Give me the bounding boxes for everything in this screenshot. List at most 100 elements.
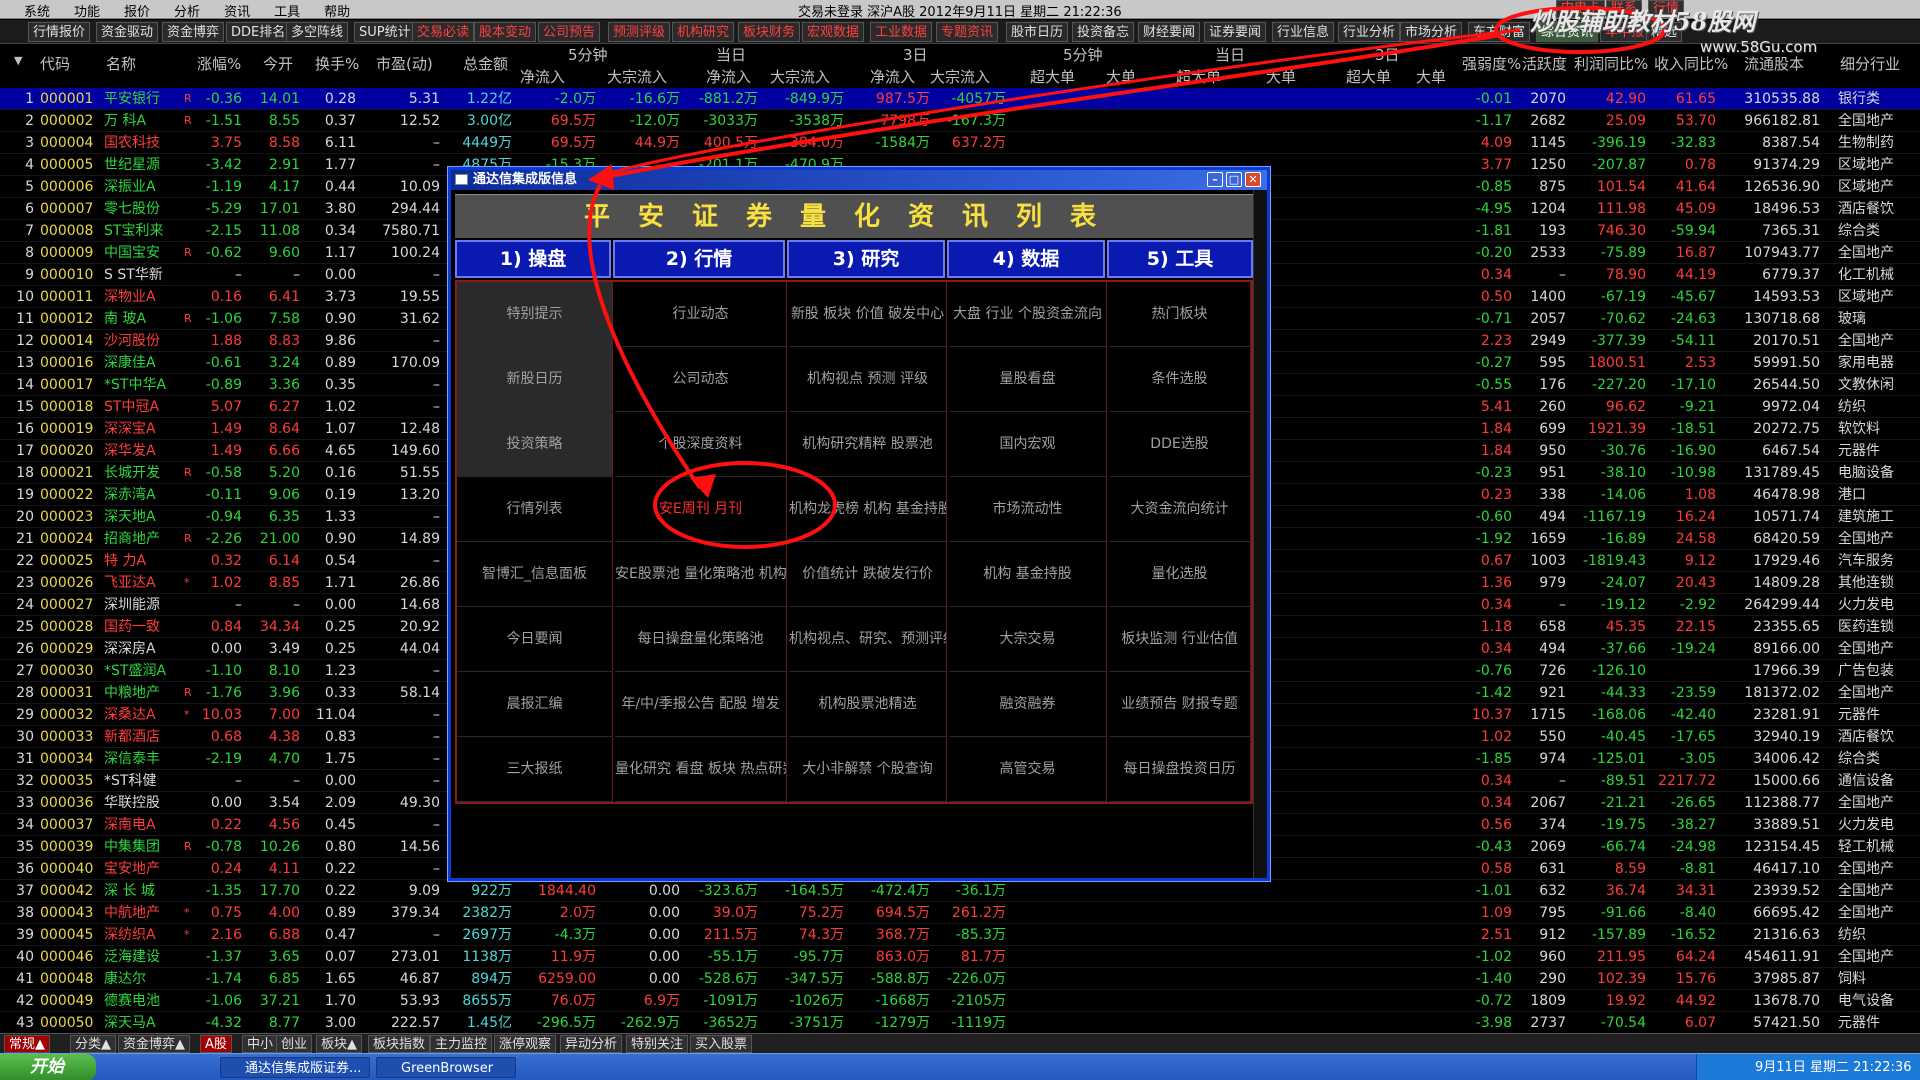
menu-cell[interactable]: 机构视点 预测 评级 xyxy=(789,347,947,412)
minimize-icon[interactable]: – xyxy=(1207,172,1223,187)
column-header[interactable]: 大宗流入 xyxy=(930,66,990,87)
tab-11[interactable]: 机构研究 xyxy=(672,22,735,42)
category-3[interactable]: 3) 研究 xyxy=(787,240,945,278)
tab-2[interactable]: 资金驱动 xyxy=(96,22,159,42)
menu-cell[interactable]: 机构 基金持股 xyxy=(949,542,1107,607)
menu-item[interactable]: 资讯 xyxy=(224,5,250,20)
category-4[interactable]: 4) 数据 xyxy=(947,240,1105,278)
menu-cell[interactable]: 国内宏观 xyxy=(949,412,1107,477)
menu-cell[interactable]: 投资策略 xyxy=(457,412,613,477)
table-row[interactable]: 1 000001 平安银行 R -0.36 14.01 0.28 5.31 1.22亿 -2.0万… xyxy=(0,88,1920,110)
tab-20[interactable]: 行业信息 xyxy=(1272,22,1335,42)
menu-cell[interactable]: 三大报纸 xyxy=(457,737,613,802)
menu-cell[interactable]: 特别提示 xyxy=(457,282,613,347)
maximize-icon[interactable]: □ xyxy=(1226,172,1242,187)
menu-cell[interactable]: 机构视点、研究、预测评级 xyxy=(789,607,947,672)
table-row[interactable]: 43 000050 深天马A -4.32 8.77 3.00 222.57 1.45亿 -296… xyxy=(0,1012,1920,1034)
table-row[interactable]: 3 000004 国农科技 3.75 8.58 6.11 – 4449万 69.5万 44.9万 4… xyxy=(0,132,1920,154)
column-header[interactable]: 总金额 xyxy=(463,53,508,74)
column-header[interactable]: 涨幅% xyxy=(197,53,241,74)
tab-23[interactable]: 东方财富 xyxy=(1468,22,1531,42)
tab-14[interactable]: 工业数据 xyxy=(870,22,933,42)
bottom-tab[interactable]: 分类▲ xyxy=(70,1035,116,1053)
tab-18[interactable]: 财经要闻 xyxy=(1138,22,1201,42)
menu-cell[interactable]: 高管交易 xyxy=(949,737,1107,802)
table-row[interactable]: 40 000046 泛海建设 -1.37 3.65 0.07 273.01 1138万 11.9… xyxy=(0,946,1920,968)
menu-item[interactable]: 分析 xyxy=(174,5,200,20)
menu-cell[interactable]: 安E周刊 月刊 xyxy=(615,477,787,542)
column-header[interactable]: 大单 xyxy=(1266,66,1296,87)
bottom-tab[interactable]: 板块▲ xyxy=(316,1035,362,1053)
tab-1[interactable]: 行情报价 xyxy=(28,22,91,42)
menu-cell[interactable]: 大资金流向统计 xyxy=(1109,477,1251,542)
menu-item[interactable]: 帮助 xyxy=(324,5,350,20)
category-2[interactable]: 2) 行情 xyxy=(613,240,785,278)
table-row[interactable]: 38 000043 中航地产 * 0.75 4.00 0.89 379.34 2382万 2.0万… xyxy=(0,902,1920,924)
bottom-tab[interactable]: 常规▲ xyxy=(4,1035,50,1053)
taskbar-task[interactable]: 通达信集成版证券... xyxy=(220,1057,370,1078)
menu-cell[interactable]: 价值统计 跌破发行价 xyxy=(789,542,947,607)
column-header[interactable]: 名称 xyxy=(106,53,136,74)
menu-item[interactable]: 功能 xyxy=(74,5,100,20)
menu-cell[interactable]: 安E股票池 量化策略池 机构精选 xyxy=(615,542,787,607)
table-row[interactable]: 41 000048 康达尔 -1.74 6.85 1.65 46.87 894万 6259.00… xyxy=(0,968,1920,990)
table-row[interactable]: 42 000049 德赛电池 -1.06 37.21 1.70 53.93 8655万 76.0… xyxy=(0,990,1920,1012)
table-row[interactable]: 39 000045 深纺织A * 2.16 6.88 0.47–2697万 -4.3万 0.00… xyxy=(0,924,1920,946)
column-header[interactable]: 换手% xyxy=(315,53,359,74)
menu-cell[interactable]: 量化选股 xyxy=(1109,542,1251,607)
column-header[interactable]: 市盈(动) xyxy=(376,53,433,74)
tab-4[interactable]: DDE排名 xyxy=(226,22,291,42)
menu-item[interactable]: 系统 xyxy=(24,5,50,20)
menu-cell[interactable]: 业绩预告 财报专题 xyxy=(1109,672,1251,737)
menu-item[interactable]: 工具 xyxy=(274,5,300,20)
bottom-tab[interactable]: 资金博弈▲ xyxy=(118,1035,190,1053)
tab-12[interactable]: 板块财务 xyxy=(738,22,801,42)
tab-3[interactable]: 资金博弈 xyxy=(162,22,225,42)
menu-cell[interactable]: 智博汇_信息面板 xyxy=(457,542,613,607)
bottom-tab[interactable]: 涨停观察 xyxy=(494,1035,557,1053)
category-1[interactable]: 1) 操盘 xyxy=(455,240,611,278)
tab-15[interactable]: 专题资讯 xyxy=(936,22,999,42)
tab-13[interactable]: 宏观数据 xyxy=(802,22,865,42)
dialog-title-bar[interactable]: 通达信集成版信息 – □ ✕ xyxy=(451,170,1267,190)
menu-item[interactable]: 报价 xyxy=(124,5,150,20)
tab-6[interactable]: SUP统计 xyxy=(354,22,416,42)
menu-cell[interactable]: 板块监测 行业估值 xyxy=(1109,607,1251,672)
column-header[interactable]: 代码 xyxy=(40,53,70,74)
menu-cell[interactable]: 大盘 行业 个股资金流向 xyxy=(949,282,1107,347)
tab-5[interactable]: 多空阵线 xyxy=(286,22,349,42)
column-header[interactable]: 今开 xyxy=(263,53,293,74)
bottom-tab[interactable]: 买入股票 xyxy=(690,1035,753,1053)
menu-cell[interactable]: 每日操盘量化策略池 xyxy=(615,607,787,672)
bottom-tab[interactable]: 创业 xyxy=(276,1035,313,1053)
menu-cell[interactable]: 大小非解禁 个股查询 xyxy=(789,737,947,802)
menu-cell[interactable]: 机构龙虎榜 机构 基金持股 xyxy=(789,477,947,542)
column-header[interactable]: 大单 xyxy=(1106,66,1136,87)
tab-16[interactable]: 股市日历 xyxy=(1006,22,1069,42)
menu-cell[interactable]: 机构股票池精选 xyxy=(789,672,947,737)
taskbar-task[interactable]: GreenBrowser xyxy=(376,1057,516,1078)
menu-cell[interactable]: 量化研究 看盘 板块 热点研判 xyxy=(615,737,787,802)
menu-cell[interactable]: 年/中/季报公告 配股 增发 xyxy=(615,672,787,737)
sort-icon[interactable]: ▼ xyxy=(14,54,22,67)
column-header[interactable]: 超大单 xyxy=(1176,66,1221,87)
menu-cell[interactable]: 公司动态 xyxy=(615,347,787,412)
bottom-tab[interactable]: 主力监控 xyxy=(430,1035,493,1053)
close-icon[interactable]: ✕ xyxy=(1245,172,1261,187)
tab-8[interactable]: 股本变动 xyxy=(474,22,537,42)
column-header[interactable]: 强弱度% xyxy=(1462,53,1521,74)
menu-cell[interactable]: 行业动态 xyxy=(615,282,787,347)
column-header[interactable]: 净流入 xyxy=(706,66,751,87)
tab-17[interactable]: 投资备忘 xyxy=(1072,22,1135,42)
menu-cell[interactable]: 大宗交易 xyxy=(949,607,1107,672)
tab-21[interactable]: 行业分析 xyxy=(1338,22,1401,42)
column-header[interactable]: 大宗流入 xyxy=(607,66,667,87)
tab-22[interactable]: 市场分析 xyxy=(1400,22,1463,42)
column-header[interactable]: 大宗流入 xyxy=(770,66,830,87)
tab-10[interactable]: 预测评级 xyxy=(608,22,671,42)
menu-cell[interactable]: 行情列表 xyxy=(457,477,613,542)
column-header[interactable]: 超大单 xyxy=(1346,66,1391,87)
bottom-tab[interactable]: 异动分析 xyxy=(560,1035,623,1053)
menu-cell[interactable]: 新股日历 xyxy=(457,347,613,412)
column-header[interactable]: 流通股本 xyxy=(1744,53,1804,74)
